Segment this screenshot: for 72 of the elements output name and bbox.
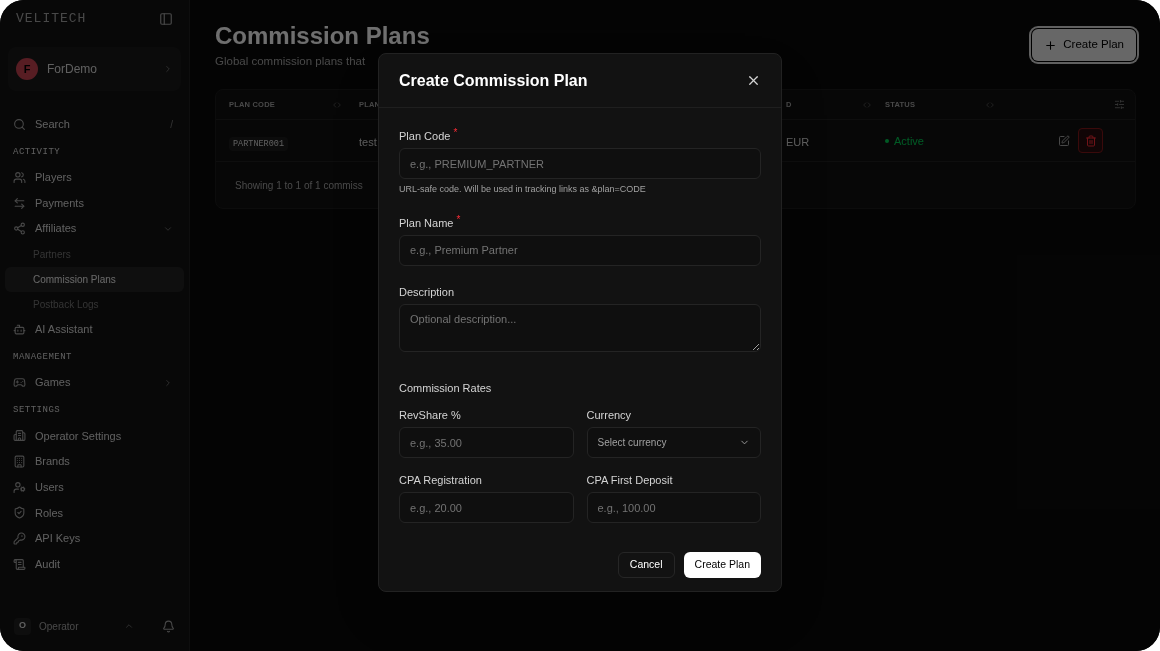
close-icon[interactable] (746, 73, 761, 88)
share-icon (13, 222, 26, 236)
edit-icon[interactable] (1058, 134, 1070, 147)
chevron-right-icon (163, 377, 173, 388)
section-heading: ACTIVITY (12, 146, 62, 159)
field-label: RevShare % (399, 408, 461, 423)
field-label: CPA First Deposit (586, 473, 673, 488)
section-heading: SETTINGS (12, 404, 62, 418)
sidebar-subitem[interactable]: Commission Plans (5, 266, 184, 292)
brand-logo: VELITECH (16, 10, 87, 29)
key-icon (13, 532, 26, 546)
notification-bell-icon[interactable] (162, 619, 175, 633)
sidebar-item[interactable]: Users (5, 474, 184, 500)
sidebar-item[interactable]: Players (5, 164, 184, 191)
dialog-title: Create Commission Plan (399, 70, 588, 91)
pagination-summary: Showing 1 to 1 of 1 commiss (235, 178, 363, 193)
column-settings-icon[interactable] (1114, 99, 1125, 111)
field-label: Plan Name (399, 215, 454, 231)
arrows-icon (13, 196, 26, 210)
plan-code-chip: PARTNER001 (229, 136, 288, 151)
shield-icon (13, 506, 26, 520)
sidebar-item[interactable]: AI Assistant (5, 316, 184, 343)
users-icon (13, 170, 26, 184)
text-input[interactable]: e.g., 20.00 (399, 492, 574, 523)
sidebar-item[interactable]: Brands (5, 448, 184, 475)
sidebar-item[interactable]: Affiliates (5, 215, 184, 242)
search-icon (13, 117, 26, 131)
section-heading: MANAGEMENT (12, 351, 73, 365)
org-name: ForDemo (47, 61, 98, 78)
chevron-right-icon (163, 64, 173, 74)
user-icon (13, 480, 26, 494)
building-icon (13, 454, 26, 468)
section-heading: Commission Rates (398, 380, 493, 396)
sidebar-item[interactable]: Roles (5, 500, 184, 526)
required-marker: * (456, 214, 461, 225)
text-input[interactable]: e.g., PREMIUM_PARTNER (399, 148, 761, 179)
chevron-up-icon[interactable] (124, 621, 134, 631)
sidebar-item[interactable]: Operator Settings (5, 422, 184, 449)
plus-icon (1044, 38, 1058, 52)
table-cell: test (359, 135, 377, 148)
page-title: Commission Plans (215, 21, 430, 51)
org-avatar: F (16, 58, 38, 80)
status-label: Active (894, 133, 924, 149)
text-input[interactable]: e.g., 35.00 (399, 427, 574, 458)
sidebar-item[interactable]: Audit (5, 551, 184, 578)
field-label: Description (399, 284, 455, 300)
building-icon (13, 429, 26, 443)
field-label: Currency (586, 408, 632, 423)
gamepad-icon (13, 376, 26, 390)
table-cell: EUR (786, 135, 810, 148)
currency-select[interactable]: Select currency (586, 427, 761, 458)
trash-icon (1084, 134, 1097, 147)
search-item[interactable]: Search / (5, 111, 184, 137)
sidebar-item[interactable]: Payments (5, 190, 184, 216)
scroll-icon (13, 557, 26, 571)
sidebar-item[interactable]: Games (5, 369, 184, 396)
create-plan-button[interactable]: Create Plan (1032, 29, 1136, 61)
cancel-button[interactable]: Cancel (617, 552, 675, 578)
field-label: Plan Code (399, 129, 451, 144)
required-marker: * (453, 128, 458, 138)
text-input[interactable]: e.g., 100.00 (586, 492, 761, 523)
create-plan-button[interactable]: Create Plan (683, 552, 761, 578)
sidebar-toggle-icon[interactable] (159, 12, 173, 26)
robot-icon (13, 322, 26, 336)
user-avatar: O (14, 617, 31, 635)
field-hint: URL-safe code. Will be used in tracking links as &plan=CODE (399, 183, 647, 196)
page-subtitle: Global commission plans that (215, 54, 367, 69)
text-input[interactable]: e.g., Premium Partner (399, 234, 761, 266)
description-textarea[interactable]: Optional description... (399, 303, 761, 352)
field-label: CPA Registration (399, 473, 482, 488)
sidebar-item[interactable]: API Keys (5, 525, 184, 552)
user-name[interactable]: Operator (39, 618, 116, 634)
